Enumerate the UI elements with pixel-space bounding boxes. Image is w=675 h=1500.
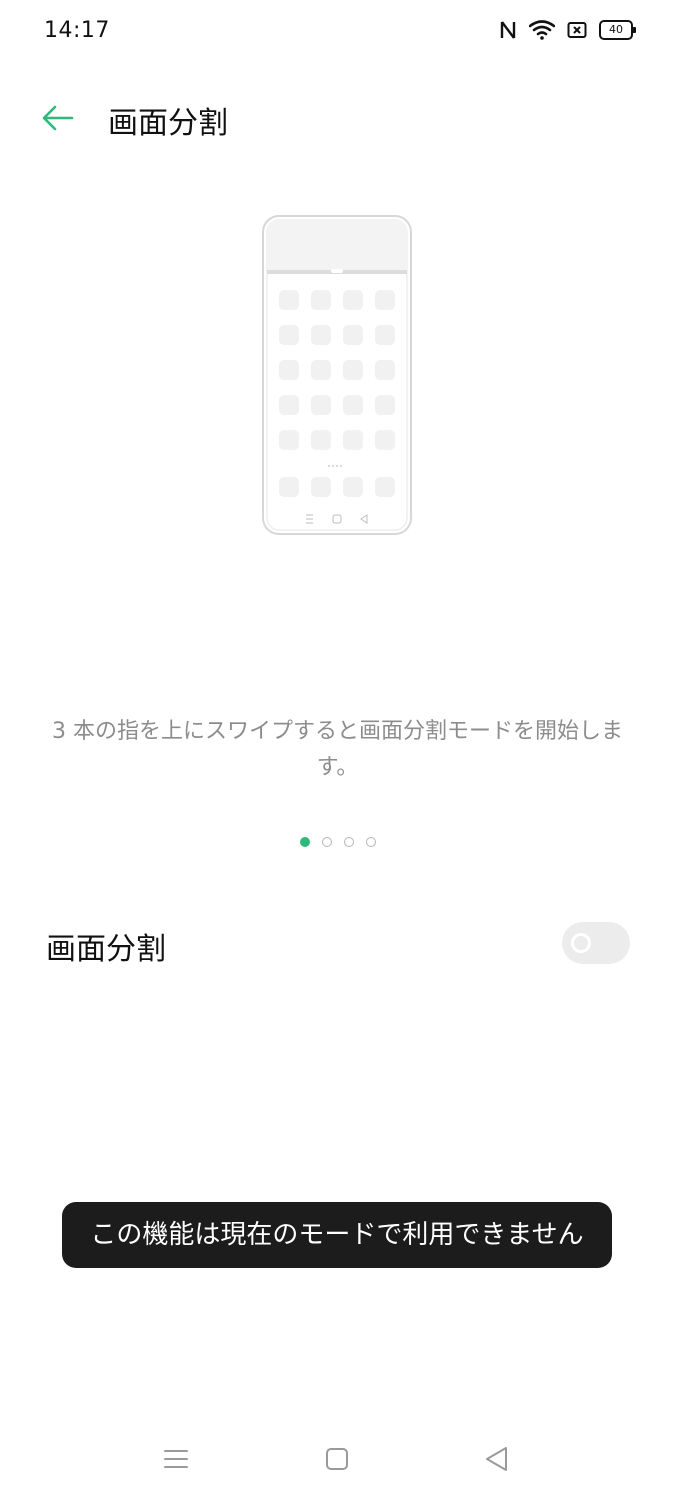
status-time: 14:17: [44, 18, 110, 43]
page-dot-1[interactable]: [299, 837, 310, 847]
header: 画面分割: [0, 80, 675, 156]
wifi-icon: [529, 20, 555, 40]
page-dot-2[interactable]: [321, 837, 332, 847]
nfc-icon: [500, 21, 516, 39]
toggle-knob: [571, 933, 591, 953]
phone-split-screen-illustration: [261, 214, 413, 536]
menu-icon: [164, 1450, 188, 1468]
menu-button[interactable]: [161, 1444, 191, 1474]
battery-icon: 40: [599, 20, 636, 40]
back-nav-button[interactable]: [482, 1444, 512, 1474]
page-title: 画面分割: [108, 106, 228, 141]
toast-message: この機能は現在のモードで利用できません: [62, 1202, 612, 1268]
back-button[interactable]: [36, 98, 80, 138]
home-button[interactable]: [322, 1444, 352, 1474]
page-dot-3[interactable]: [343, 837, 354, 847]
split-screen-setting-row[interactable]: 画面分割: [0, 908, 675, 980]
page-dot-4[interactable]: [365, 837, 376, 847]
no-sim-icon: [567, 22, 587, 38]
home-icon: [326, 1448, 348, 1470]
setting-label: 画面分割: [46, 932, 166, 967]
back-triangle-icon: [486, 1447, 507, 1471]
navigation-bar: [0, 1436, 675, 1480]
status-bar: 14:17 40: [0, 0, 675, 66]
status-icons: 40: [499, 20, 636, 40]
feature-description: 3 本の指を上にスワイプすると画面分割モードを開始します。: [52, 719, 623, 780]
split-screen-toggle[interactable]: [562, 922, 630, 964]
page-indicator: [0, 837, 675, 847]
arrow-left-icon: [42, 105, 74, 131]
